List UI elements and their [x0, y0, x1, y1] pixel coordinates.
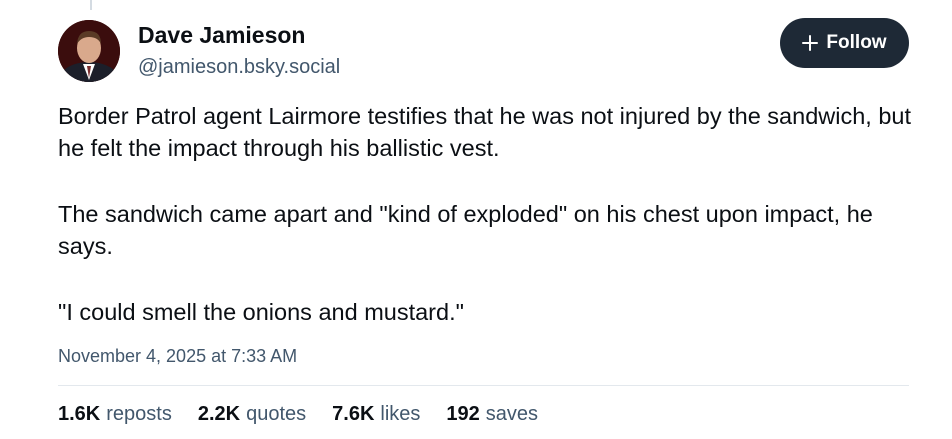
post-card: Dave Jamieson @jamieson.bsky.social Foll…: [0, 0, 952, 439]
engagement-stats: 1.6K reposts 2.2K quotes 7.6K likes 192 …: [58, 403, 538, 426]
likes-stat[interactable]: 7.6K likes: [332, 403, 420, 426]
quotes-stat[interactable]: 2.2K quotes: [198, 403, 306, 426]
follow-button[interactable]: Follow: [780, 18, 909, 68]
follow-button-label: Follow: [826, 32, 887, 53]
divider: [58, 385, 909, 386]
reposts-stat[interactable]: 1.6K reposts: [58, 403, 172, 426]
post-timestamp[interactable]: November 4, 2025 at 7:33 AM: [58, 346, 297, 367]
quotes-label: quotes: [246, 403, 307, 425]
post-paragraph: "I could smell the onions and mustard.": [58, 299, 464, 325]
avatar[interactable]: [58, 20, 120, 82]
saves-label: saves: [485, 403, 539, 425]
plus-icon: [802, 35, 819, 51]
reposts-count: 1.6K: [58, 403, 101, 425]
quotes-count: 2.2K: [197, 403, 241, 425]
post-text: Border Patrol agent Lairmore testifies t…: [58, 100, 918, 362]
saves-count: 192: [446, 403, 480, 425]
author-handle[interactable]: @jamieson.bsky.social: [138, 56, 340, 79]
post-paragraph: Border Patrol agent Lairmore testifies t…: [58, 103, 911, 161]
reposts-label: reposts: [106, 403, 172, 425]
saves-stat[interactable]: 192 saves: [446, 403, 538, 426]
likes-label: likes: [380, 403, 421, 425]
author-name[interactable]: Dave Jamieson: [138, 22, 305, 49]
post-paragraph: The sandwich came apart and "kind of exp…: [58, 201, 873, 259]
avatar-portrait-image: [58, 20, 120, 82]
likes-count: 7.6K: [332, 403, 375, 425]
